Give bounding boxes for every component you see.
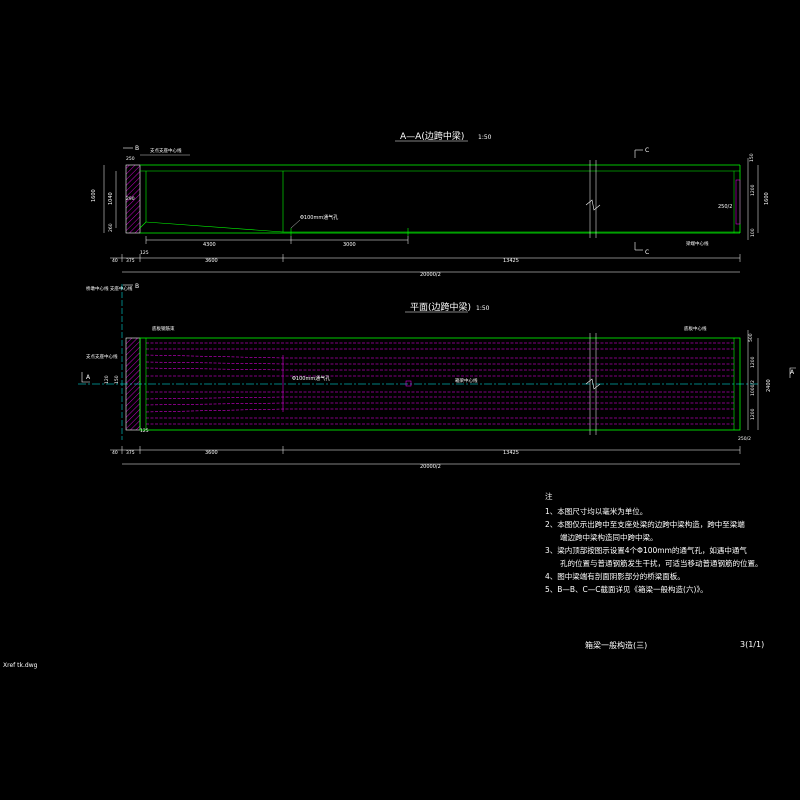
overall-dims-bottom: 40 375 3600 13425 20000/2 — [110, 446, 741, 470]
dim-small-left-bot: 260 — [108, 223, 114, 232]
sheet-number: 3(1/1) — [740, 640, 765, 649]
dim-150-plan: 150 — [114, 375, 120, 384]
section-view: A—A(边跨中梁) 1:50 B C C 1600 1040 250 260 2… — [91, 130, 770, 256]
label-support-center-plan: 支点支座中心线 — [86, 353, 118, 360]
note-4: 4、图中梁端有剖面阴影部分的桥梁面板。 — [545, 572, 685, 581]
label-right-end: 梁端中心线 — [686, 240, 709, 247]
notes-block: 注 1、本图尺寸均以毫米为单位。 2、本图仅示出跨中至支座处梁的边跨中梁构造，跨… — [545, 490, 785, 596]
cut-mark-a-left: A — [86, 374, 91, 381]
dim-3600-bottom: 3600 — [205, 450, 218, 456]
cut-mark-b-section: B — [135, 145, 139, 152]
label-center-plan: 箱梁中心线 — [455, 377, 478, 384]
cut-mark-a-right: A — [790, 369, 795, 376]
dim-100-right: 100 — [750, 228, 756, 237]
dim-1200-bot-plan: 1200 — [750, 408, 756, 420]
dim-center-plan: 1000/2 — [750, 380, 756, 396]
dim-2400-plan: 2400 — [766, 379, 772, 392]
dim-375-top: 375 — [126, 258, 135, 264]
dim-1200-top-plan: 1200 — [750, 356, 756, 368]
notes-header: 注 — [545, 492, 553, 501]
label-bridge-center: 桥墩中心线 支座中心线 — [86, 285, 133, 292]
cad-drawing: A—A(边跨中梁) 1:50 B C C 1600 1040 250 260 2… — [78, 130, 796, 470]
dim-500-plan: 500 — [748, 333, 754, 342]
dim-total-top: 20000/2 — [420, 272, 441, 278]
note-2-cont: 端边跨中梁构造同中跨中梁。 — [545, 533, 658, 542]
dim-375-bottom: 375 — [126, 450, 135, 456]
dim-1040-left: 1040 — [108, 192, 114, 205]
dim-13425-bottom: 13425 — [503, 450, 519, 456]
note-3-cont: 孔的位置与普通钢筋发生干扰，可适当移动普通钢筋的位置。 — [545, 559, 763, 568]
dim-40-top: 40 — [112, 258, 118, 264]
note-2: 2、本图仅示出跨中至支座处梁的边跨中梁构造，跨中至梁端 — [545, 520, 745, 529]
dim-total-bottom: 20000/2 — [420, 464, 441, 470]
dim-1200-right: 1200 — [750, 184, 756, 196]
note-1: 1、本图尺寸均以毫米为单位。 — [545, 507, 648, 516]
dim-40-bottom: 40 — [112, 450, 118, 456]
plan-title: 平面(边跨中梁) — [410, 301, 471, 313]
dim-120-plan: 120 — [104, 375, 110, 384]
file-name: Xref tk.dwg — [3, 662, 38, 669]
note-5: 5、B—B、C—C截面详见《箱梁一般构造(六)》。 — [545, 585, 708, 594]
cut-mark-b-plan: B — [135, 283, 139, 290]
dim-1600-left: 1600 — [91, 189, 97, 202]
dim-4300: 4300 — [203, 242, 216, 248]
label-left-end-plan: 底板钢筋束 — [152, 325, 175, 332]
dim-13425-top: 13425 — [503, 258, 519, 264]
label-vent-section: Φ100mm通气孔 — [300, 214, 338, 221]
label-right-end-plan: 底板中心线 — [684, 325, 707, 332]
cut-mark-c-bottom: C — [645, 249, 649, 256]
dim-small-left-top: 250 — [126, 156, 135, 162]
section-title: A—A(边跨中梁) — [400, 130, 464, 142]
dim-290: 290 — [126, 196, 135, 202]
cut-mark-c-top: C — [645, 147, 649, 154]
note-3: 3、梁内顶部按图示设置4个Φ100mm的通气孔，如遇中通气 — [545, 546, 747, 555]
label-vent-plan: Φ100mm通气孔 — [292, 375, 330, 382]
dim-125-top: 125 — [140, 250, 149, 256]
tendon-lines — [145, 342, 734, 425]
dim-3000-section: 3000 — [343, 242, 356, 248]
sheet-title: 箱梁一般构造(三) — [585, 641, 648, 650]
dim-3600-top: 3600 — [205, 258, 218, 264]
dim-1600-right: 1600 — [764, 192, 770, 205]
dim-150-right: 150 — [749, 153, 755, 162]
dim-250-2-plan: 250/2 — [738, 436, 751, 442]
dim-250-2-section: 250/2 — [718, 204, 732, 210]
dim-125-plan: 125 — [140, 428, 149, 434]
plan-scale: 1:50 — [476, 305, 490, 312]
section-scale: 1:50 — [478, 134, 492, 141]
label-support-center: 支点支座中心线 — [150, 147, 182, 154]
plan-view: 平面(边跨中梁) 1:50 B 桥墩中心线 支座中心线 A A 底板钢筋束 底板… — [78, 283, 796, 442]
